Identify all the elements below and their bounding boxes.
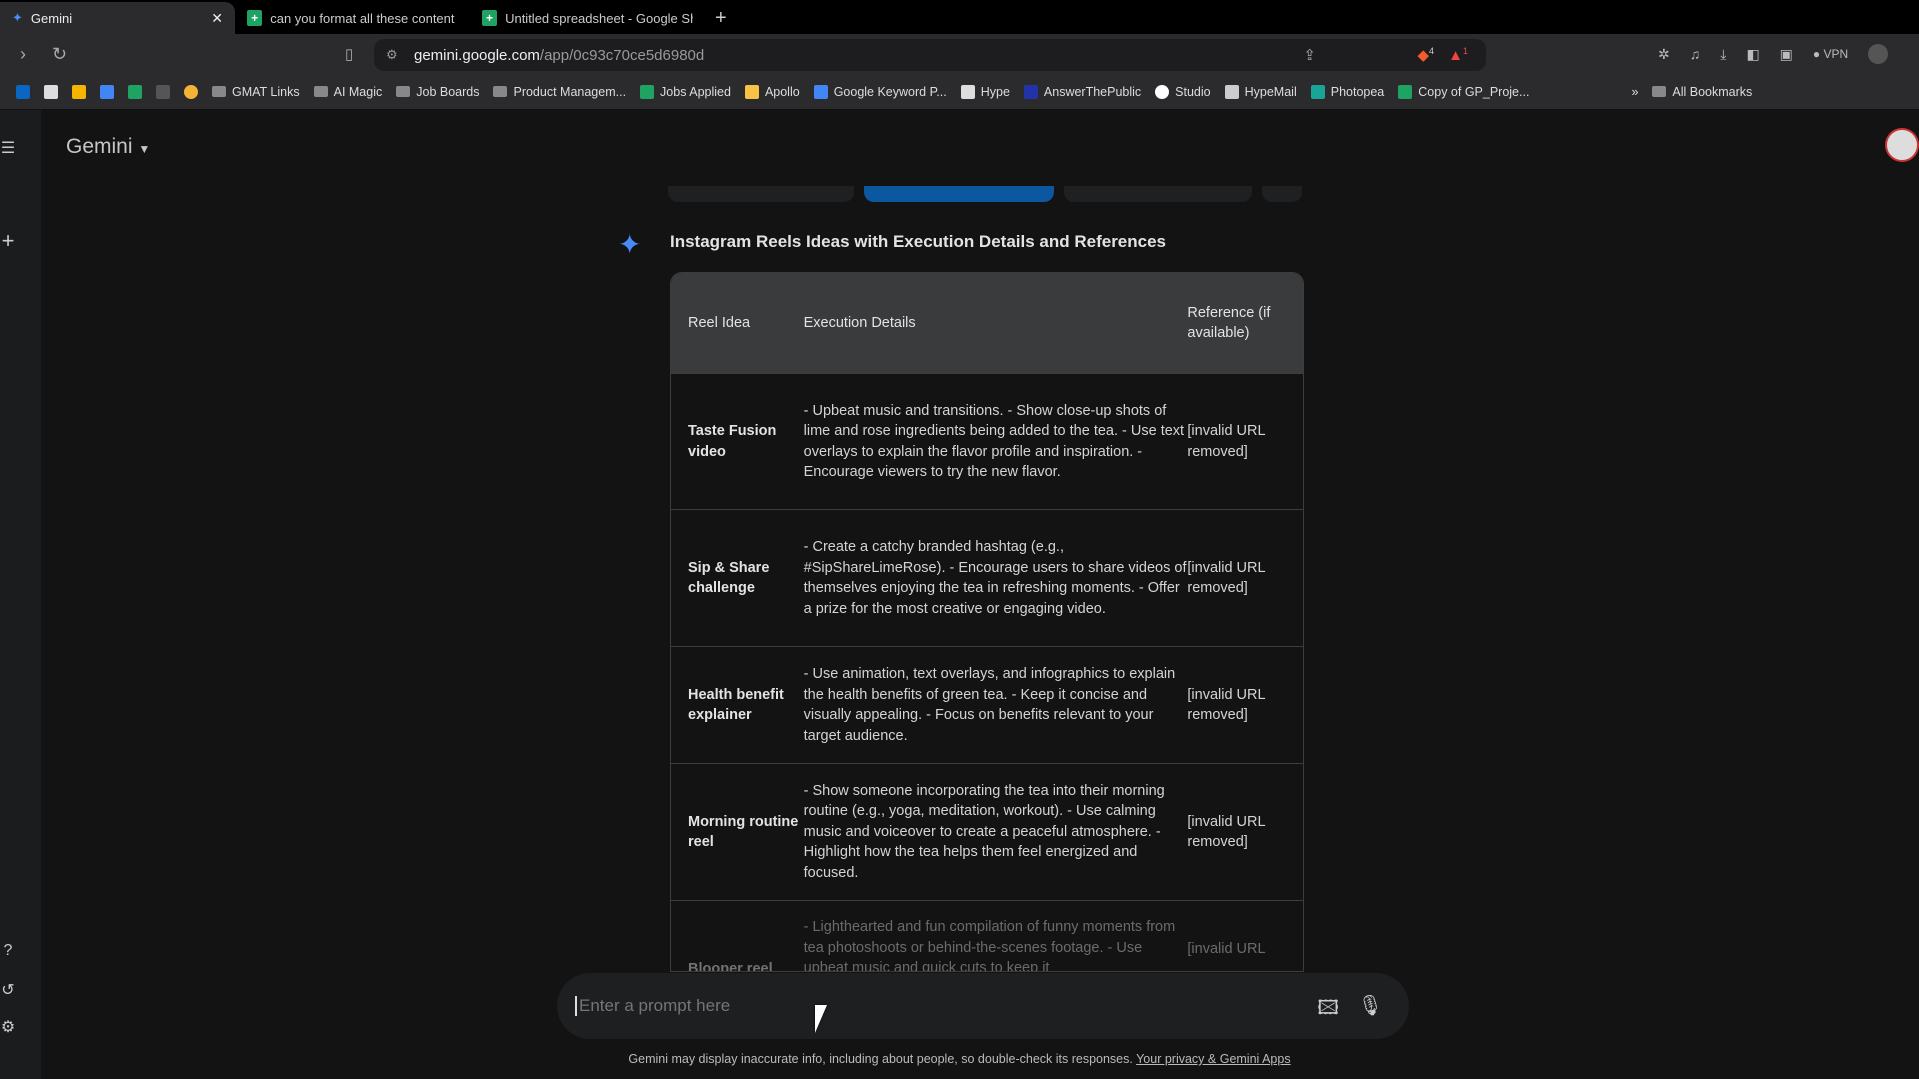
docs-icon[interactable]: [100, 84, 114, 99]
menu-icon[interactable]: ☰: [0, 138, 16, 158]
folder-icon: [212, 86, 226, 97]
tab-spreadsheet[interactable]: + Untitled spreadsheet - Google She: [470, 2, 705, 34]
draft-tab[interactable]: [1064, 186, 1252, 202]
bookmark-item[interactable]: AnswerThePublic: [1023, 84, 1141, 99]
url-bar[interactable]: ⚙ gemini.google.com/app/0c93c70ce5d6980d…: [374, 39, 1486, 71]
gemini-favicon-icon: ✦: [12, 10, 23, 25]
bookmark-item[interactable]: Job Boards: [396, 85, 479, 99]
tab-gemini[interactable]: ✦ Gemini ✕: [0, 2, 235, 34]
bookmark-item[interactable]: HypeMail: [1224, 84, 1297, 99]
sheets-icon: [1398, 84, 1413, 99]
linkedin-icon[interactable]: [16, 84, 30, 99]
brave-rewards-icon[interactable]: ▲1: [1448, 46, 1468, 64]
extensions-icon[interactable]: ✲: [1658, 46, 1670, 63]
google-ads-icon: [813, 84, 828, 99]
sidebar: ☰ + ? ↺ ⚙: [0, 110, 41, 1079]
sheets-icon: [640, 84, 655, 99]
sheets-icon[interactable]: [128, 84, 142, 99]
notion-icon: [960, 84, 975, 99]
draft-tab[interactable]: [668, 186, 854, 202]
bookmark-item[interactable]: AI Magic: [313, 85, 382, 99]
disclaimer: Gemini may display inaccurate info, incl…: [628, 1052, 1291, 1066]
new-tab-button[interactable]: +: [705, 2, 737, 34]
address-bar-row: › ↻ ▯ ⚙ gemini.google.com/app/0c93c70ce5…: [0, 34, 1919, 74]
bookmark-item[interactable]: Hype: [960, 84, 1010, 99]
table-row: Morning routine reel - Show someone incor…: [671, 764, 1303, 901]
wallet-icon[interactable]: ▣: [1780, 46, 1793, 63]
share-icon[interactable]: ⇪: [1303, 46, 1316, 64]
folder-icon: [1652, 86, 1667, 97]
tab-bar: ✦ Gemini ✕ + can you format all these conte…: [0, 0, 1919, 34]
mouse-cursor: [815, 1005, 839, 1033]
bookmark-icon[interactable]: ▯: [345, 45, 353, 63]
table-row: Taste Fusion video - Upbeat music and tra…: [671, 374, 1303, 510]
hypemail-icon: [1224, 84, 1239, 99]
privacy-link[interactable]: Your privacy & Gemini Apps: [1136, 1052, 1290, 1066]
folder-icon: [493, 86, 508, 97]
microphone-icon[interactable]: 🎙: [1358, 993, 1383, 1018]
bookmark-item[interactable]: Jobs Applied: [640, 84, 731, 99]
emoji-icon[interactable]: [184, 84, 198, 99]
bookmark-item[interactable]: Apollo: [744, 84, 800, 99]
draft-tab-active[interactable]: [864, 186, 1054, 202]
notion-icon[interactable]: [44, 84, 58, 99]
activity-icon[interactable]: ↺: [0, 980, 16, 1000]
vpn-button[interactable]: ● VPN: [1813, 47, 1848, 61]
brave-shields-icon[interactable]: ◆4: [1417, 46, 1434, 64]
help-icon[interactable]: ?: [0, 942, 16, 960]
media-icon[interactable]: ♫: [1690, 46, 1701, 62]
photopea-icon: [1310, 84, 1325, 99]
bookmark-item[interactable]: Studio: [1155, 84, 1211, 99]
folder-icon: [396, 86, 411, 97]
response-title: Instagram Reels Ideas with Execution Det…: [670, 232, 1167, 251]
draft-tab[interactable]: [1262, 186, 1302, 202]
google-icon: [1155, 84, 1170, 99]
prompt-box: 🖾 🎙: [557, 973, 1409, 1039]
upload-image-icon[interactable]: 🖾: [1317, 993, 1339, 1027]
response-table: Reel Idea Execution Details Reference (i…: [670, 272, 1304, 972]
apollo-icon: [744, 84, 759, 99]
bookmark-item[interactable]: Copy of GP_Proje...: [1398, 84, 1529, 99]
folder-icon: [313, 86, 328, 97]
profile-icon[interactable]: [1868, 44, 1889, 64]
new-chat-icon[interactable]: +: [0, 228, 16, 254]
bookmark-item[interactable]: Product Managem...: [493, 85, 626, 99]
tab-content[interactable]: + can you format all these content ic: [235, 2, 470, 34]
slides-icon[interactable]: [72, 84, 86, 99]
more-bookmarks-button[interactable]: »: [1631, 85, 1638, 99]
settings-icon[interactable]: ⚙: [0, 1017, 16, 1037]
openai-icon[interactable]: [156, 84, 170, 99]
table-row: Blooper reel - Lighthearted and fun compi…: [671, 901, 1303, 971]
forward-icon[interactable]: ›: [20, 44, 26, 65]
answerthepublic-icon: [1023, 84, 1038, 99]
site-settings-icon[interactable]: ⚙: [386, 47, 398, 63]
table-header: Reel Idea Execution Details Reference (i…: [671, 273, 1303, 374]
bookmark-item[interactable]: GMAT Links: [212, 85, 300, 99]
prompt-input[interactable]: [575, 996, 1275, 1016]
bookmark-item[interactable]: Photopea: [1310, 84, 1384, 99]
bookmarks-bar: GMAT Links AI Magic Job Boards Product M…: [0, 74, 1919, 110]
sheets-icon: +: [247, 10, 263, 26]
all-bookmarks[interactable]: All Bookmarks: [1652, 85, 1752, 99]
download-icon[interactable]: ⤓: [1720, 46, 1726, 63]
sidebar-toggle-icon[interactable]: ◧: [1746, 46, 1759, 63]
reload-icon[interactable]: ↻: [52, 44, 67, 65]
avatar[interactable]: [1885, 128, 1919, 162]
table-row: Sip & Share challenge - Create a catchy b…: [671, 510, 1303, 647]
app-title-dropdown[interactable]: Gemini ▼: [66, 135, 150, 159]
table-row: Health benefit explainer - Use animation,…: [671, 647, 1303, 764]
caret-down-icon: ▼: [138, 142, 151, 156]
sheets-icon: +: [482, 10, 498, 26]
bookmark-item[interactable]: Google Keyword P...: [813, 84, 947, 99]
close-tab-icon[interactable]: ✕: [211, 10, 223, 27]
gemini-sparkle-icon: ✦: [618, 229, 642, 260]
draft-selector: [668, 186, 1302, 202]
